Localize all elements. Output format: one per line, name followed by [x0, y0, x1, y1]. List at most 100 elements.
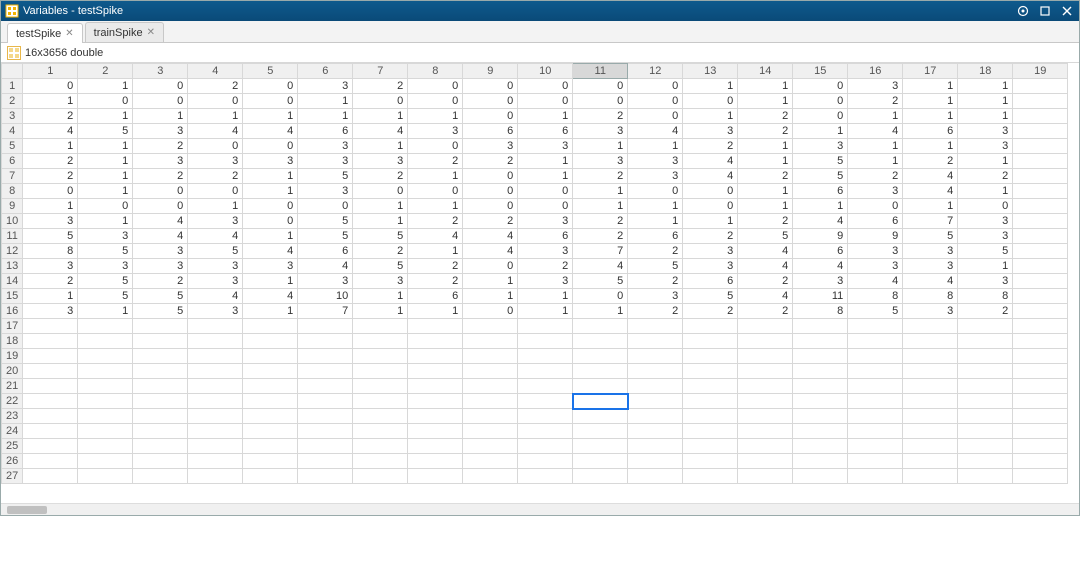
cell[interactable]: 1 [243, 229, 298, 244]
cell[interactable] [23, 424, 78, 439]
cell[interactable]: 4 [23, 124, 78, 139]
cell[interactable] [573, 469, 628, 484]
cell[interactable] [848, 394, 903, 409]
cell[interactable]: 3 [133, 244, 188, 259]
cell[interactable] [408, 319, 463, 334]
cell[interactable]: 2 [683, 304, 738, 319]
cell[interactable]: 1 [408, 109, 463, 124]
cell[interactable]: 3 [188, 274, 243, 289]
cell[interactable] [1013, 364, 1068, 379]
cell[interactable]: 4 [243, 124, 298, 139]
cell[interactable] [23, 469, 78, 484]
cell[interactable]: 3 [573, 154, 628, 169]
cell[interactable]: 2 [463, 214, 518, 229]
col-header[interactable]: 3 [133, 64, 188, 79]
cell[interactable] [1013, 409, 1068, 424]
cell[interactable] [78, 454, 133, 469]
cell[interactable] [573, 439, 628, 454]
cell[interactable]: 1 [78, 304, 133, 319]
cell[interactable]: 1 [353, 109, 408, 124]
cell[interactable] [1013, 289, 1068, 304]
cell[interactable]: 1 [573, 139, 628, 154]
cell[interactable]: 6 [848, 214, 903, 229]
cell[interactable] [1013, 319, 1068, 334]
col-header[interactable]: 7 [353, 64, 408, 79]
cell[interactable]: 0 [243, 199, 298, 214]
cell[interactable] [958, 364, 1013, 379]
cell[interactable]: 3 [848, 244, 903, 259]
cell[interactable] [793, 319, 848, 334]
cell[interactable]: 0 [683, 184, 738, 199]
cell[interactable]: 1 [408, 169, 463, 184]
cell[interactable]: 5 [133, 289, 188, 304]
cell[interactable]: 5 [738, 229, 793, 244]
cell[interactable]: 1 [243, 184, 298, 199]
scroll-thumb[interactable] [7, 506, 47, 514]
cell[interactable] [188, 319, 243, 334]
cell[interactable]: 6 [793, 184, 848, 199]
cell[interactable]: 0 [628, 184, 683, 199]
cell[interactable] [518, 394, 573, 409]
cell[interactable] [353, 439, 408, 454]
cell[interactable] [243, 364, 298, 379]
col-header[interactable]: 17 [903, 64, 958, 79]
cell[interactable] [1013, 469, 1068, 484]
cell[interactable] [683, 364, 738, 379]
horizontal-scrollbar[interactable] [1, 503, 1079, 515]
cell[interactable]: 4 [463, 229, 518, 244]
cell[interactable]: 5 [298, 169, 353, 184]
cell[interactable] [958, 409, 1013, 424]
cell[interactable] [793, 334, 848, 349]
cell[interactable] [738, 379, 793, 394]
cell[interactable] [628, 319, 683, 334]
cell[interactable] [628, 379, 683, 394]
row-header[interactable]: 21 [2, 379, 23, 394]
cell[interactable]: 2 [518, 259, 573, 274]
cell[interactable] [1013, 424, 1068, 439]
cell[interactable]: 0 [958, 199, 1013, 214]
cell[interactable] [628, 469, 683, 484]
cell[interactable]: 3 [188, 304, 243, 319]
cell[interactable]: 3 [518, 274, 573, 289]
cell[interactable] [738, 319, 793, 334]
cell[interactable] [408, 364, 463, 379]
cell[interactable]: 3 [518, 214, 573, 229]
cell[interactable]: 3 [518, 244, 573, 259]
cell[interactable] [683, 349, 738, 364]
cell[interactable]: 1 [353, 199, 408, 214]
cell[interactable] [573, 364, 628, 379]
cell[interactable]: 4 [463, 244, 518, 259]
row-header[interactable]: 18 [2, 334, 23, 349]
cell[interactable]: 8 [903, 289, 958, 304]
row-header[interactable]: 25 [2, 439, 23, 454]
cell[interactable] [958, 469, 1013, 484]
cell[interactable]: 5 [353, 229, 408, 244]
cell[interactable] [958, 454, 1013, 469]
row-header[interactable]: 19 [2, 349, 23, 364]
cell[interactable] [298, 379, 353, 394]
cell[interactable] [298, 334, 353, 349]
cell[interactable]: 2 [903, 154, 958, 169]
cell[interactable] [573, 394, 628, 409]
cell[interactable]: 3 [518, 139, 573, 154]
maximize-button[interactable] [1037, 3, 1053, 19]
cell[interactable]: 1 [628, 214, 683, 229]
cell[interactable]: 6 [463, 124, 518, 139]
cell[interactable]: 4 [628, 124, 683, 139]
cell[interactable] [958, 424, 1013, 439]
cell[interactable] [958, 334, 1013, 349]
cell[interactable] [958, 379, 1013, 394]
cell[interactable] [188, 394, 243, 409]
cell[interactable]: 1 [243, 304, 298, 319]
cell[interactable]: 0 [243, 139, 298, 154]
cell[interactable] [903, 454, 958, 469]
cell[interactable]: 5 [78, 244, 133, 259]
cell[interactable] [298, 409, 353, 424]
cell[interactable]: 3 [353, 154, 408, 169]
cell[interactable] [243, 424, 298, 439]
cell[interactable]: 3 [628, 154, 683, 169]
row-header[interactable]: 10 [2, 214, 23, 229]
cell[interactable]: 0 [23, 79, 78, 94]
cell[interactable]: 0 [408, 79, 463, 94]
cell[interactable]: 4 [793, 259, 848, 274]
